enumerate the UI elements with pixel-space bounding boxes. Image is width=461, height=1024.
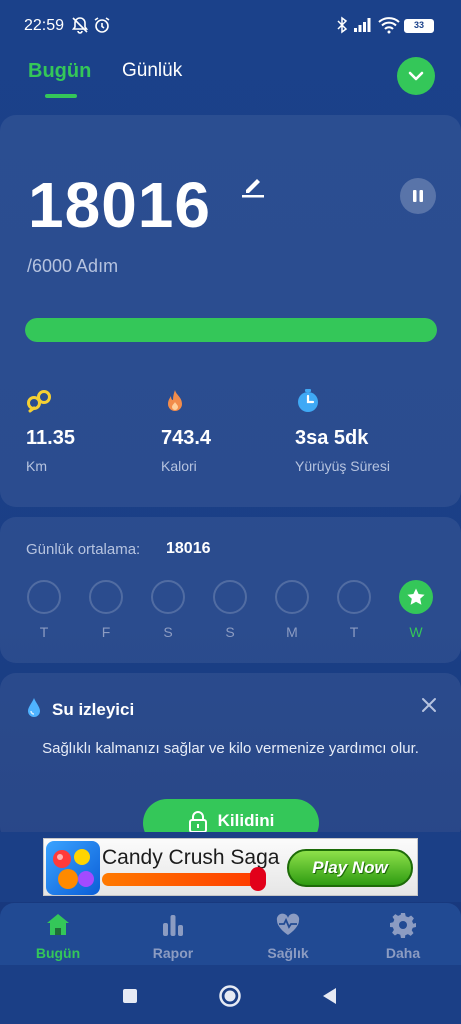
day-label-today: W [409, 624, 423, 640]
distance-label: Km [26, 458, 47, 474]
day-label: F [101, 624, 111, 640]
ad-play-label: Play Now [312, 858, 388, 877]
ad-game-logo [46, 841, 100, 895]
day-circle[interactable] [27, 580, 61, 614]
day-circle[interactable] [151, 580, 185, 614]
day-label: M [286, 624, 298, 640]
bluetooth-icon [337, 16, 348, 34]
ad-decoration-bar [102, 873, 260, 886]
back-icon[interactable] [318, 984, 342, 1008]
star-icon [407, 588, 425, 605]
status-time: 22:59 [24, 17, 65, 34]
home-button-icon[interactable] [218, 984, 242, 1008]
distance-icon [27, 390, 51, 413]
calorie-value: 743.4 [161, 427, 212, 449]
signal-icon [354, 18, 371, 32]
status-bar: 22:59 33 [0, 0, 461, 52]
day-label: S [163, 624, 173, 640]
pause-button[interactable] [400, 178, 436, 214]
duration-label: Yürüyüş Süresi [295, 458, 390, 474]
home-icon [47, 914, 69, 935]
alarm-icon [94, 17, 110, 33]
duration-value: 3sa 5dk [295, 427, 369, 449]
lock-icon [188, 811, 207, 833]
steps-count: 18016 [28, 169, 211, 241]
nav-item-health[interactable]: Sağlık [248, 910, 328, 965]
nav-label-report: Rapor [152, 945, 194, 961]
edit-icon[interactable] [240, 172, 266, 198]
day-label: T [39, 624, 49, 640]
candy-icon [53, 849, 94, 889]
day-circle-today[interactable] [399, 580, 433, 614]
ad-decoration-candy [250, 867, 266, 891]
nav-item-today[interactable]: Bugün [18, 910, 98, 965]
day-circle[interactable] [89, 580, 123, 614]
day-circle[interactable] [337, 580, 371, 614]
nav-label-health: Sağlık [267, 945, 309, 961]
nav-label-today: Bugün [35, 945, 81, 961]
distance-value: 11.35 [26, 427, 75, 449]
tab-daily[interactable]: Günlük [122, 60, 182, 82]
mute-notifications-icon [71, 17, 89, 34]
unlock-button-label: Kilidini [217, 811, 275, 830]
day-label: T [349, 624, 359, 640]
step-progress-fill [25, 318, 437, 342]
active-tab-indicator [45, 94, 77, 98]
heart-pulse-icon [276, 913, 300, 935]
water-tracker-title: Su izleyici [52, 700, 135, 719]
close-icon[interactable] [419, 695, 439, 715]
gear-icon [390, 913, 416, 938]
step-goal: /6000 Adım [27, 256, 119, 276]
calorie-label: Kalori [161, 458, 197, 474]
wifi-icon [378, 17, 400, 34]
battery-icon: 33 [404, 19, 434, 33]
chevron-down-icon [408, 71, 424, 81]
day-circle[interactable] [275, 580, 309, 614]
dropdown-button[interactable] [397, 57, 435, 95]
ad-play-button[interactable]: Play Now [287, 849, 413, 887]
step-progress-bar [25, 318, 437, 342]
daily-average-label: Günlük ortalama: [26, 541, 141, 558]
daily-average-value: 18016 [166, 540, 211, 557]
tab-today[interactable]: Bugün [28, 60, 91, 83]
bar-chart-icon [163, 915, 183, 936]
water-drop-icon [28, 698, 40, 717]
pause-icon [413, 190, 423, 202]
water-tracker-description: Sağlıklı kalmanızı sağlar ve kilo vermen… [42, 740, 419, 757]
day-circle[interactable] [213, 580, 247, 614]
day-label: S [225, 624, 235, 640]
ad-banner[interactable]: Candy Crush Saga Play Now [43, 838, 418, 896]
ad-title: Candy Crush Saga [102, 846, 280, 869]
recent-apps-icon[interactable] [118, 984, 142, 1008]
nav-item-more[interactable]: Daha [363, 910, 443, 965]
fire-icon [168, 390, 182, 411]
nav-item-report[interactable]: Rapor [133, 910, 213, 965]
nav-label-more: Daha [385, 945, 421, 961]
timer-icon [298, 389, 318, 412]
